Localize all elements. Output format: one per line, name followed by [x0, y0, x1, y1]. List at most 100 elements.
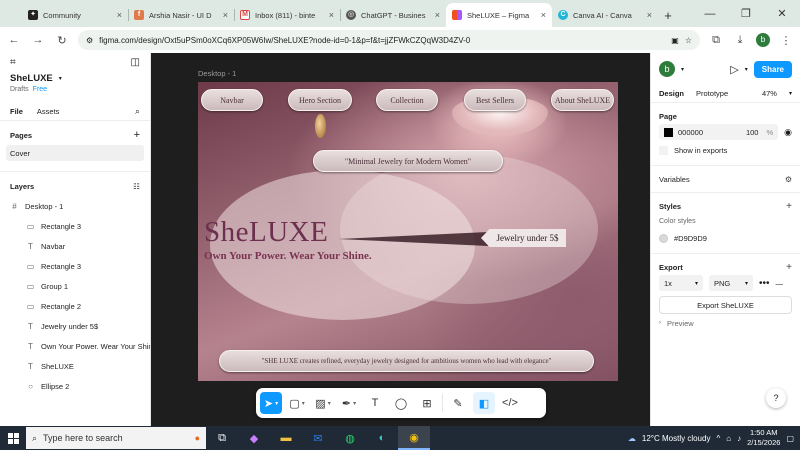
checkbox[interactable]	[659, 145, 668, 155]
page-item-cover[interactable]: Cover	[6, 145, 144, 161]
tab-chatgpt[interactable]: ◎ ChatGPT - Busines ×	[340, 3, 446, 27]
price-tag-box[interactable]: Jewelry under 5$	[481, 229, 566, 247]
present-play-icon[interactable]: ▷	[730, 63, 738, 76]
text-tool[interactable]: T	[364, 392, 386, 414]
share-button[interactable]: Share	[753, 60, 792, 78]
extensions-icon[interactable]: ⧉	[708, 34, 724, 47]
design-canvas[interactable]: Desktop - 1 Navbar Hero Section Collecti…	[151, 53, 650, 426]
export-scale-select[interactable]: 1x ▾	[659, 275, 703, 291]
site-info-icon[interactable]: ⚙	[86, 36, 93, 45]
tab-arshia[interactable]: f Arshia Nasir - UI D ×	[128, 3, 234, 27]
menu-kebab-icon[interactable]: ⋮	[778, 34, 794, 47]
figma-menu-icon[interactable]: ⌗	[10, 57, 16, 68]
frame-tool[interactable]: ▢ ▾	[286, 392, 308, 414]
preview-toggle[interactable]: › Preview	[659, 314, 792, 332]
back-icon[interactable]: ←	[6, 34, 22, 46]
move-tool[interactable]: ➤ ▾	[260, 392, 282, 414]
forward-icon[interactable]: →	[30, 34, 46, 46]
layer-item[interactable]: T Navbar	[0, 236, 150, 256]
tray-chevron-icon[interactable]: ^	[716, 434, 720, 443]
file-explorer-icon[interactable]: ▬	[270, 426, 302, 450]
tab-file[interactable]: File	[10, 107, 23, 116]
close-icon[interactable]: ×	[647, 10, 652, 20]
color-style-row[interactable]: #D9D9D9	[659, 229, 792, 247]
tab-canva[interactable]: C Canva AI - Canva ×	[552, 3, 658, 27]
toggle-sidebar-icon[interactable]: ◫	[131, 57, 140, 68]
layer-item[interactable]: ▭ Rectangle 3	[0, 256, 150, 276]
close-icon[interactable]: ×	[541, 10, 546, 20]
help-button[interactable]: ?	[766, 388, 786, 408]
artboard-desktop-1[interactable]: Navbar Hero Section Collection Best Sell…	[198, 82, 618, 381]
draw-mode[interactable]: ✎	[447, 392, 469, 414]
copilot-icon[interactable]: ◆	[238, 426, 270, 450]
tab-figma[interactable]: SheLUXE – Figma ×	[446, 3, 552, 27]
brand-heading[interactable]: SheLUXE	[204, 216, 328, 249]
close-window-icon[interactable]: ✕	[764, 0, 800, 27]
weather-text[interactable]: 12°C Mostly cloudy	[642, 434, 711, 443]
close-icon[interactable]: ×	[329, 10, 334, 20]
weather-icon[interactable]: ☁	[628, 434, 636, 443]
screenshot-icon[interactable]: ▣	[671, 36, 679, 45]
project-title[interactable]: SheLUXE ▾	[0, 71, 150, 86]
tab-prototype[interactable]: Prototype	[696, 89, 728, 98]
tab-assets[interactable]: Assets	[37, 107, 60, 116]
comment-tool[interactable]: ◯	[390, 392, 412, 414]
notifications-icon[interactable]: ▢	[786, 434, 794, 443]
address-bar[interactable]: ⚙ figma.com/design/Oxt5uPSm0oXCq6XP05W6I…	[78, 30, 700, 50]
tagline-pill[interactable]: "Minimal Jewelry for Modern Women"	[313, 150, 503, 172]
color-swatch[interactable]	[664, 127, 673, 137]
nav-pill-navbar[interactable]: Navbar	[201, 89, 263, 111]
variables-settings-icon[interactable]: ⚙	[785, 175, 792, 184]
whatsapp-icon[interactable]: ◍	[334, 426, 366, 450]
taskbar-search[interactable]: ⌕ Type here to search ●	[26, 427, 206, 449]
volume-icon[interactable]: ♪	[737, 434, 741, 443]
chrome-icon[interactable]: ◉	[398, 426, 430, 450]
layer-item[interactable]: ○ Ellipse 2	[0, 376, 150, 396]
layer-item[interactable]: T Own Your Power. Wear Your Shine.	[0, 336, 150, 356]
pen-tool[interactable]: ✒ ▾	[338, 392, 360, 414]
new-tab-button[interactable]: +	[658, 3, 678, 27]
layers-list-icon[interactable]: ☷	[133, 182, 140, 191]
tab-design[interactable]: Design	[659, 89, 684, 98]
export-format-select[interactable]: PNG ▾	[709, 275, 753, 291]
layer-item[interactable]: T SheLUXE	[0, 356, 150, 376]
layer-frame-desktop-1[interactable]: # Desktop - 1	[0, 196, 150, 216]
eye-icon[interactable]: ◉	[784, 127, 792, 138]
export-button[interactable]: Export SheLUXE	[659, 296, 792, 314]
reload-icon[interactable]: ↻	[54, 34, 70, 47]
layer-item[interactable]: ▭ Rectangle 2	[0, 296, 150, 316]
zoom-level[interactable]: 47%	[762, 89, 777, 98]
frame-label[interactable]: Desktop - 1	[198, 69, 236, 78]
actions-tool[interactable]: ⊞	[416, 392, 438, 414]
close-icon[interactable]: ×	[435, 10, 440, 20]
nav-pill-collection[interactable]: Collection	[376, 89, 438, 111]
chevron-down-icon[interactable]: ▾	[745, 66, 748, 73]
shape-tool[interactable]: ▨ ▾	[312, 392, 334, 414]
remove-export-icon[interactable]: —	[776, 279, 784, 288]
bookmark-star-icon[interactable]: ☆	[685, 36, 692, 45]
tab-gmail[interactable]: M Inbox (811) - binte ×	[234, 3, 340, 27]
add-page-icon[interactable]: +	[134, 129, 140, 141]
network-icon[interactable]: ⌂	[726, 434, 731, 443]
clock[interactable]: 1:50 AM 2/15/2026	[747, 428, 780, 448]
add-style-icon[interactable]: +	[786, 201, 792, 212]
profile-avatar[interactable]: b	[756, 33, 770, 47]
outlook-icon[interactable]: ✉	[302, 426, 334, 450]
chevron-down-icon[interactable]: ▾	[789, 90, 792, 97]
download-icon[interactable]: ⤓	[732, 34, 748, 47]
task-view-icon[interactable]: ⧉	[206, 426, 238, 450]
close-icon[interactable]: ×	[117, 10, 122, 20]
layer-item[interactable]: ▭ Rectangle 3	[0, 216, 150, 236]
layer-item[interactable]: ▭ Group 1	[0, 276, 150, 296]
description-pill[interactable]: "SHE LUXE creates refined, everyday jewe…	[219, 350, 594, 372]
dev-mode[interactable]: </>	[499, 392, 521, 414]
layer-item[interactable]: T Jewelry under 5$	[0, 316, 150, 336]
search-icon[interactable]: ⌕	[135, 106, 140, 117]
start-button[interactable]	[0, 426, 26, 450]
tab-community[interactable]: ✦ Community ×	[22, 3, 128, 27]
minimize-icon[interactable]: —	[692, 0, 728, 27]
nav-pill-best-sellers[interactable]: Best Sellers	[464, 89, 526, 111]
user-avatar[interactable]: b	[659, 61, 675, 77]
show-exports-row[interactable]: Show in exports	[659, 141, 792, 159]
nav-pill-about[interactable]: About SheLUXE	[551, 89, 614, 111]
